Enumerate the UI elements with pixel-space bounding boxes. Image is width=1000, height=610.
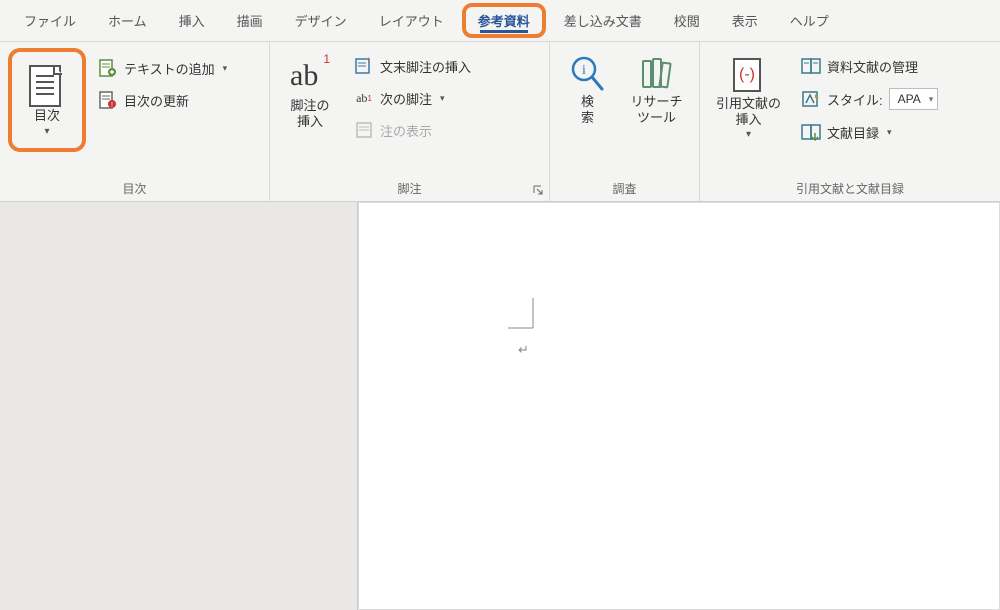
manage-sources-button[interactable]: 資料文献の管理 <box>795 52 944 80</box>
chevron-down-icon: ▾ <box>746 129 751 141</box>
paragraph-mark-icon: ↵ <box>518 342 529 358</box>
menu-draw[interactable]: 描画 <box>223 5 277 36</box>
ribbon: 目次 ▾ テキストの <box>0 42 1000 202</box>
update-toc-icon: ! <box>98 90 118 110</box>
insert-citation-label: 引用文献の 挿入 <box>716 96 781 127</box>
show-notes-button[interactable]: 注の表示 <box>348 116 477 144</box>
navigation-pane[interactable] <box>0 202 358 610</box>
footnotes-dialog-launcher[interactable] <box>531 183 545 197</box>
toc-button-label: 目次 <box>34 108 60 124</box>
menu-references[interactable]: 参考資料 <box>472 9 536 32</box>
bibliography-button[interactable]: 文献目録 ▾ <box>795 118 944 146</box>
highlight-references-tab: 参考資料 <box>462 3 546 38</box>
chevron-down-icon: ▾ <box>929 94 934 105</box>
menu-view[interactable]: 表示 <box>718 5 772 36</box>
highlight-toc-button: 目次 ▾ <box>8 48 86 152</box>
add-text-icon <box>98 58 118 78</box>
update-toc-button[interactable]: ! 目次の更新 <box>92 86 233 114</box>
citation-style-row: スタイル: APA ▾ <box>795 84 944 114</box>
citation-style-value: APA <box>898 92 921 106</box>
show-notes-icon <box>354 120 374 140</box>
insert-footnote-icon: ab 1 <box>286 54 334 98</box>
group-research: i 検 索 リサーチ ツール 調査 <box>550 42 700 201</box>
group-footnotes-label: 脚注 <box>278 176 541 199</box>
menu-home[interactable]: ホーム <box>94 5 161 36</box>
svg-text:!: ! <box>111 102 113 109</box>
menu-mailings[interactable]: 差し込み文書 <box>550 5 656 36</box>
menu-bar: ファイル ホーム 挿入 描画 デザイン レイアウト 参考資料 差し込み文書 校閲… <box>0 0 1000 42</box>
manage-sources-label: 資料文献の管理 <box>827 57 918 76</box>
document-area: ↵ <box>0 202 1000 610</box>
researcher-label: リサーチ ツール <box>630 94 682 125</box>
insert-endnote-label: 文末脚注の挿入 <box>380 57 471 76</box>
next-footnote-button[interactable]: ab1 次の脚注 ▾ <box>348 84 477 112</box>
menu-help[interactable]: ヘルプ <box>776 5 843 36</box>
bibliography-icon <box>801 122 821 142</box>
manage-sources-icon <box>801 56 821 76</box>
group-toc: 目次 ▾ テキストの <box>0 42 270 201</box>
group-footnotes: ab 1 脚注の 挿入 i 文末脚注の挿入 <box>270 42 550 201</box>
citation-style-combo[interactable]: APA ▾ <box>889 88 939 110</box>
group-citations: (-) 引用文献の 挿入 ▾ 資料文献の管理 <box>700 42 1000 201</box>
chevron-down-icon: ▾ <box>440 93 445 104</box>
svg-text:(-): (-) <box>739 66 755 83</box>
menu-review[interactable]: 校閲 <box>660 5 714 36</box>
menu-design[interactable]: デザイン <box>281 5 361 36</box>
next-footnote-label: 次の脚注 <box>380 89 432 108</box>
toc-icon <box>27 64 67 108</box>
document-page[interactable]: ↵ <box>358 202 1000 610</box>
books-icon <box>638 54 674 94</box>
menu-layout[interactable]: レイアウト <box>365 5 458 36</box>
chevron-down-icon: ▾ <box>887 127 892 138</box>
style-icon <box>801 89 821 109</box>
chevron-down-icon: ▾ <box>44 126 49 138</box>
group-toc-label: 目次 <box>8 176 261 199</box>
insert-citation-button[interactable]: (-) 引用文献の 挿入 ▾ <box>708 48 789 147</box>
insert-footnote-button[interactable]: ab 1 脚注の 挿入 <box>278 48 342 135</box>
bibliography-label: 文献目録 <box>827 123 879 142</box>
search-label: 検 索 <box>581 94 594 125</box>
next-footnote-icon: ab1 <box>354 88 374 108</box>
search-icon: i <box>569 54 605 94</box>
menu-insert[interactable]: 挿入 <box>165 5 219 36</box>
search-button[interactable]: i 検 索 <box>558 48 616 131</box>
show-notes-label: 注の表示 <box>380 121 432 140</box>
style-label: スタイル: <box>827 90 883 109</box>
toc-button[interactable]: 目次 ▾ <box>18 58 76 144</box>
insert-endnote-icon: i <box>354 56 374 76</box>
insert-citation-icon: (-) <box>729 54 769 96</box>
footnote-badge: 1 <box>323 52 330 66</box>
researcher-button[interactable]: リサーチ ツール <box>622 48 690 131</box>
group-research-label: 調査 <box>558 176 691 199</box>
group-citations-label: 引用文献と文献目録 <box>708 176 992 199</box>
menu-file[interactable]: ファイル <box>10 5 90 36</box>
add-text-label: テキストの追加 <box>124 59 215 78</box>
update-toc-label: 目次の更新 <box>124 91 189 110</box>
page-margin-corner-icon <box>508 298 534 332</box>
insert-endnote-button[interactable]: i 文末脚注の挿入 <box>348 52 477 80</box>
add-text-button[interactable]: テキストの追加 ▾ <box>92 54 233 82</box>
chevron-down-icon: ▾ <box>223 63 228 74</box>
insert-footnote-label: 脚注の 挿入 <box>290 98 329 129</box>
svg-text:i: i <box>583 63 587 78</box>
